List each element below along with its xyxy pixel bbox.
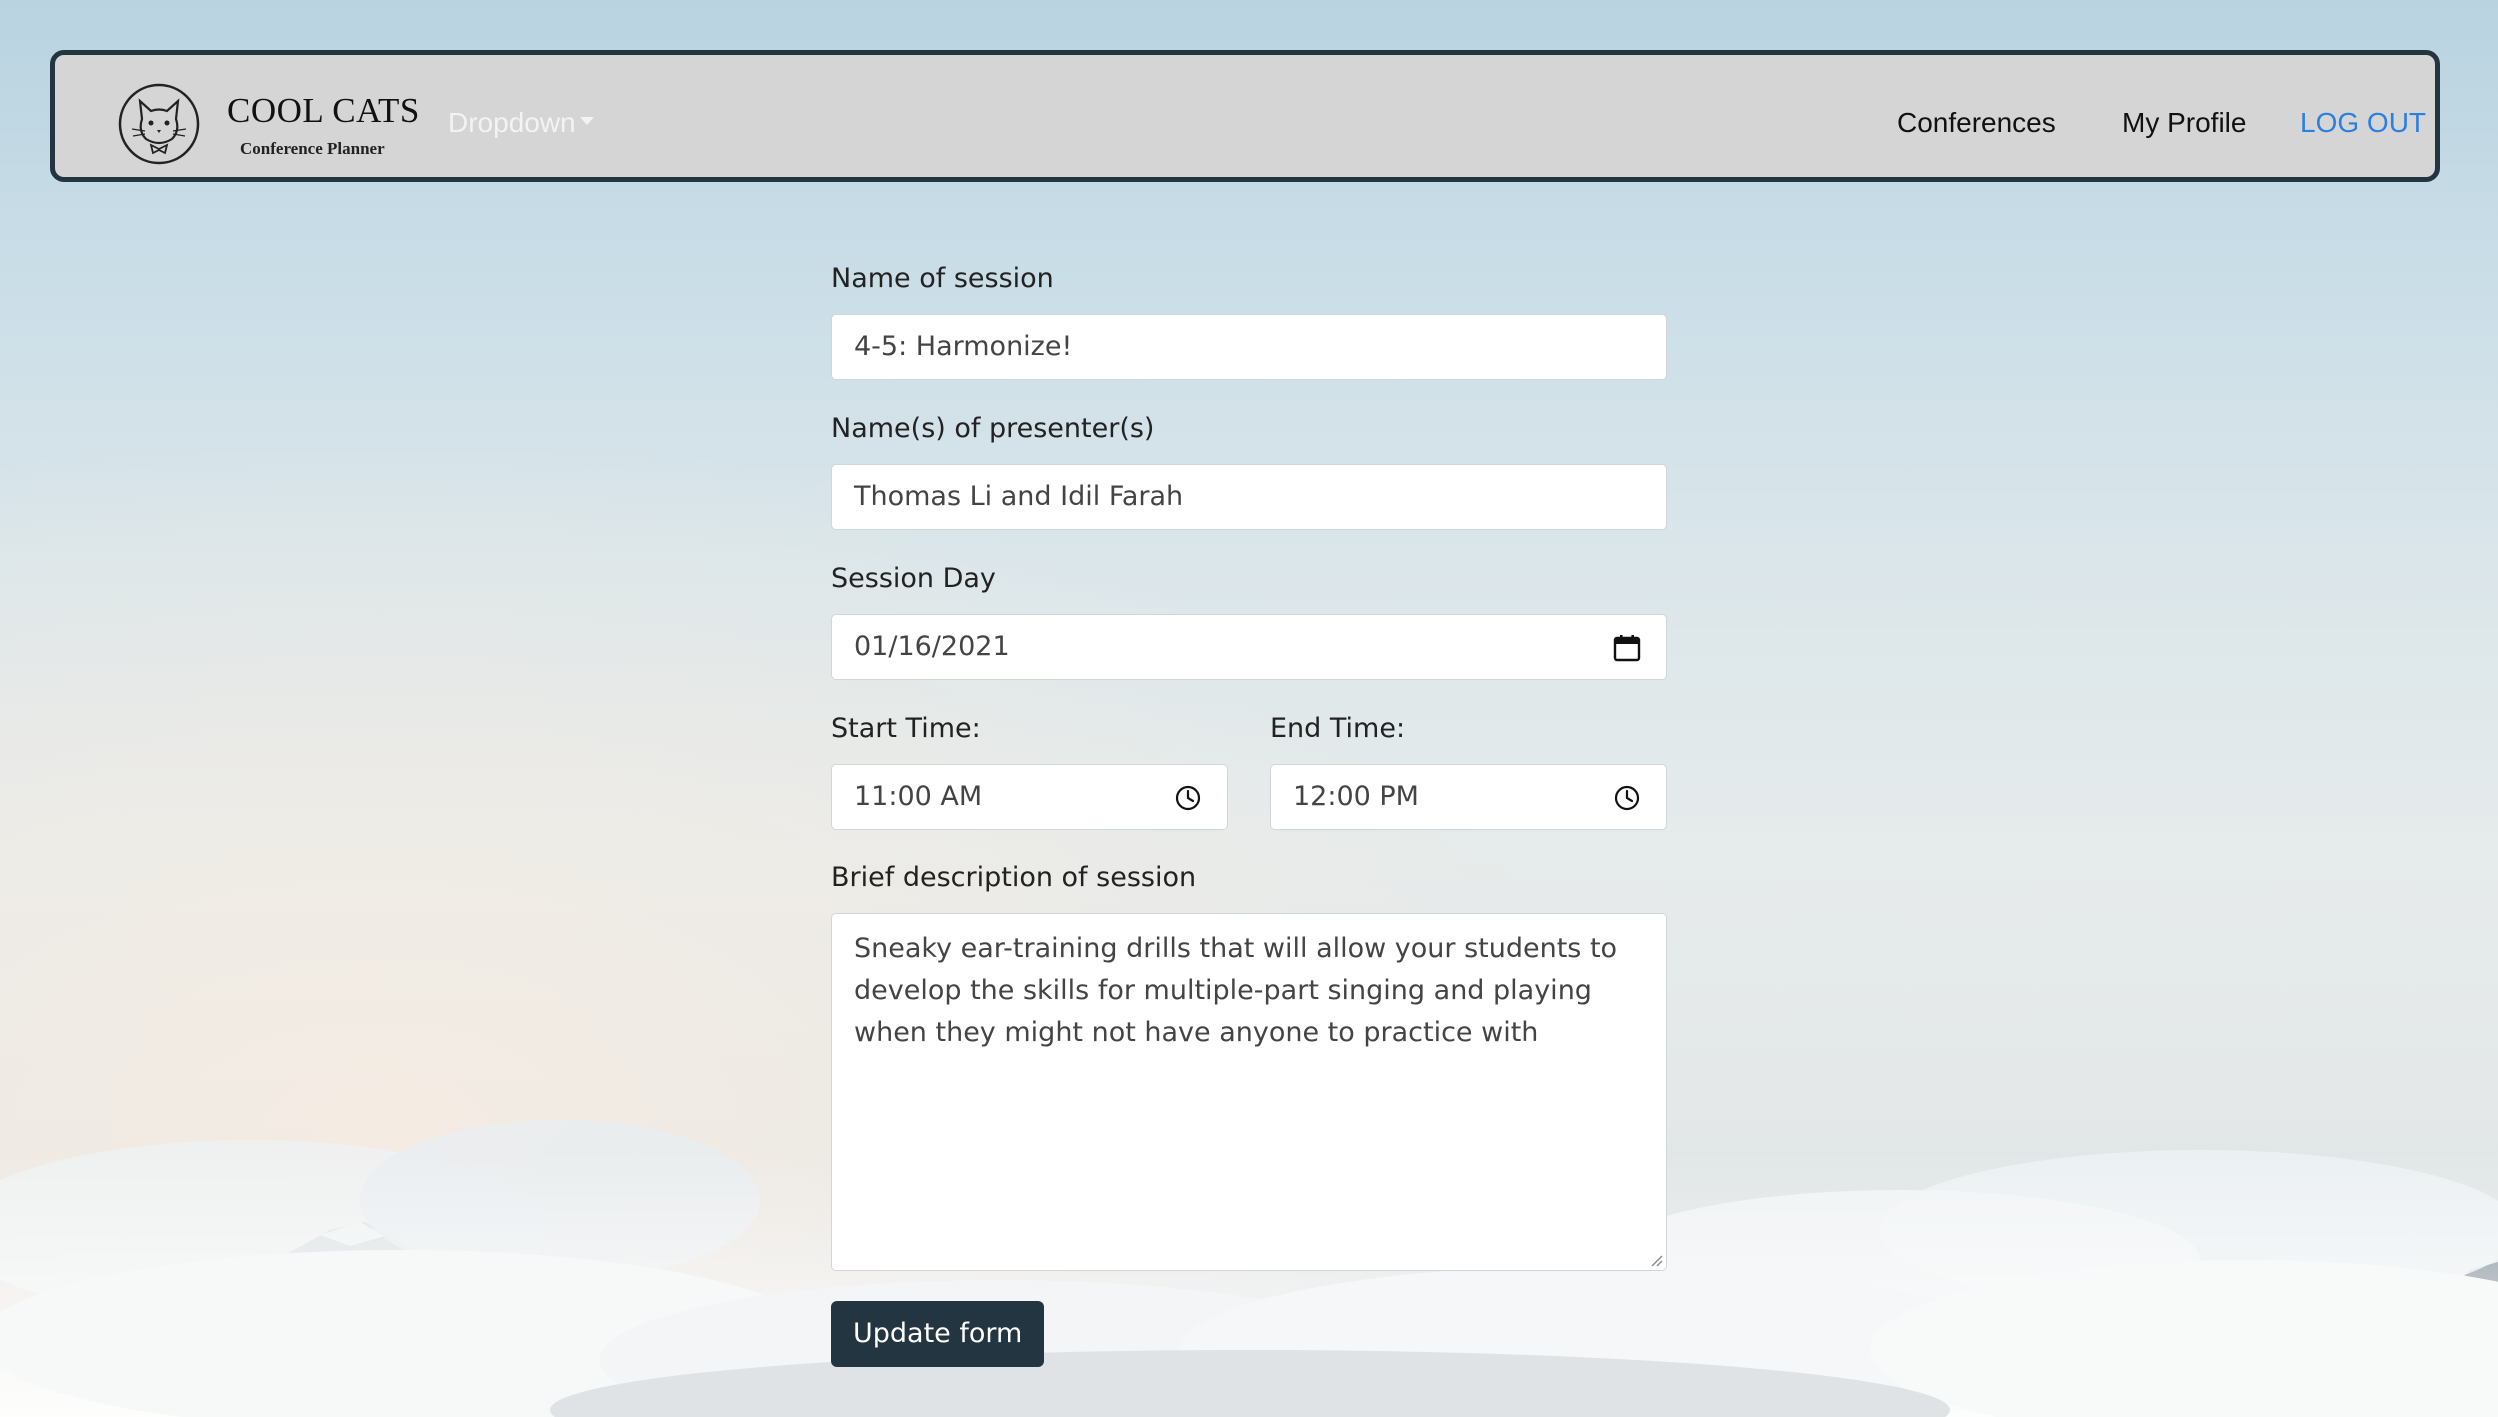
dropdown-label: Dropdown — [448, 107, 576, 138]
start-time-label: Start Time: — [831, 713, 981, 744]
end-time-value: 12:00 PM — [1293, 781, 1419, 812]
dropdown-menu-toggle[interactable]: Dropdown — [448, 107, 594, 139]
clock-icon[interactable] — [1612, 783, 1642, 813]
presenters-label: Name(s) of presenter(s) — [831, 413, 1155, 444]
brand-title[interactable]: COOL CATS — [227, 91, 420, 131]
description-value: Sneaky ear-training drills that will all… — [854, 933, 1618, 1048]
description-textarea[interactable]: Sneaky ear-training drills that will all… — [831, 913, 1667, 1271]
caret-down-icon — [579, 116, 594, 125]
start-time-input[interactable]: 11:00 AM — [831, 764, 1228, 830]
calendar-icon[interactable] — [1612, 633, 1642, 663]
nav-link-log-out[interactable]: LOG OUT — [2300, 107, 2426, 139]
session-day-input[interactable]: 01/16/2021 — [831, 614, 1667, 680]
session-day-label: Session Day — [831, 563, 996, 594]
end-time-input[interactable]: 12:00 PM — [1270, 764, 1667, 830]
clock-icon[interactable] — [1173, 783, 1203, 813]
cat-logo-icon[interactable] — [118, 83, 200, 165]
start-time-value: 11:00 AM — [854, 781, 983, 812]
nav-link-conferences[interactable]: Conferences — [1897, 107, 2056, 139]
top-navbar: COOL CATS Conference Planner Dropdown Co… — [50, 50, 2440, 182]
session-day-value: 01/16/2021 — [854, 631, 1010, 662]
presenters-input[interactable]: Thomas Li and Idil Farah — [831, 464, 1667, 530]
update-form-button[interactable]: Update form — [831, 1301, 1045, 1367]
session-name-input[interactable]: 4-5: Harmonize! — [831, 314, 1667, 380]
brand-subtitle: Conference Planner — [240, 139, 385, 158]
end-time-label: End Time: — [1270, 713, 1406, 744]
session-name-label: Name of session — [831, 263, 1054, 294]
description-label: Brief description of session — [831, 862, 1197, 893]
resize-handle-icon[interactable] — [1649, 1253, 1663, 1267]
nav-link-my-profile[interactable]: My Profile — [2122, 107, 2246, 139]
